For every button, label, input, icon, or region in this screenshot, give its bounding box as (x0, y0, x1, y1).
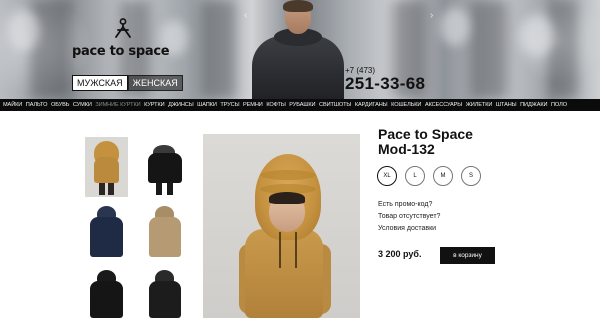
nav-item-6[interactable]: ДЖИНСЫ (168, 102, 194, 108)
nav-item-5[interactable]: КУРТКИ (144, 102, 165, 108)
product-model: Mod-132 (378, 141, 435, 157)
product-thumbnail[interactable] (85, 203, 128, 263)
nav-item-18[interactable]: ПИДЖАКИ (520, 102, 547, 108)
product-thumbnail[interactable] (143, 137, 186, 197)
phone-block: +7 (473) 251-33-68 (345, 66, 425, 93)
out-of-stock-link[interactable]: Товар отсутствует? (378, 211, 440, 223)
product-thumbnail[interactable] (143, 203, 186, 263)
delivery-terms-link[interactable]: Условия доставки (378, 223, 440, 235)
promo-code-link[interactable]: Есть промо-код? (378, 199, 440, 211)
nav-item-13[interactable]: КАРДИГАНЫ (355, 102, 388, 108)
arrow-right-icon[interactable]: › (430, 10, 433, 21)
nav-item-17[interactable]: ШТАНЫ (496, 102, 517, 108)
nav-item-15[interactable]: АКСЕССУАРЫ (425, 102, 462, 108)
gender-switch: МУЖСКАЯ ЖЕНСКАЯ (72, 75, 183, 91)
nav-item-11[interactable]: РУБАШКИ (289, 102, 315, 108)
nav-item-19[interactable]: ПОЛО (551, 102, 567, 108)
product-thumbnail[interactable] (85, 268, 128, 318)
nav-item-9[interactable]: РЕМНИ (243, 102, 263, 108)
logo-text: pace to space (72, 44, 170, 59)
nav-item-7[interactable]: ШАПКИ (197, 102, 217, 108)
tab-women[interactable]: ЖЕНСКАЯ (127, 75, 183, 91)
add-to-cart-button[interactable]: в корзину (440, 247, 495, 264)
size-option-l[interactable]: L (405, 166, 425, 186)
size-selector: XL L M S (377, 166, 489, 186)
nav-item-3[interactable]: СУМКИ (73, 102, 92, 108)
hanger-icon (115, 18, 131, 38)
size-option-s[interactable]: S (461, 166, 481, 186)
nav-item-14[interactable]: КОШЕЛЬКИ (391, 102, 421, 108)
info-links: Есть промо-код? Товар отсутствует? Услов… (378, 199, 440, 235)
banner-model-image (252, 0, 344, 99)
header-banner: ‹ › pace to space МУЖСКАЯ ЖЕНСКАЯ +7 (47… (0, 0, 600, 99)
product-price: 3 200 руб. (378, 249, 422, 259)
size-option-xl[interactable]: XL (377, 166, 397, 186)
product-thumbnail[interactable] (85, 137, 128, 197)
phone-number[interactable]: 251-33-68 (345, 75, 425, 93)
product-brand: Pace to Space (378, 126, 473, 142)
category-nav: МАЙКИ ПАЛЬТО ОБУВЬ СУМКИ ЗИМНИЕ КУРТКИ КУРТКИ… (0, 99, 600, 111)
size-option-m[interactable]: M (433, 166, 453, 186)
nav-item-10[interactable]: КОФТЫ (266, 102, 285, 108)
nav-item-1[interactable]: ПАЛЬТО (26, 102, 48, 108)
nav-item-4[interactable]: ЗИМНИЕ КУРТКИ (95, 102, 140, 108)
nav-item-12[interactable]: СВИТШОТЫ (319, 102, 351, 108)
tab-men[interactable]: МУЖСКАЯ (72, 75, 128, 91)
nav-item-0[interactable]: МАЙКИ (3, 102, 22, 108)
nav-item-16[interactable]: ЖИЛЕТКИ (466, 102, 493, 108)
arrow-left-icon[interactable]: ‹ (244, 10, 247, 21)
product-title: Pace to Space Mod-132 (378, 127, 473, 157)
nav-item-8[interactable]: ТРУСЫ (220, 102, 239, 108)
nav-item-2[interactable]: ОБУВЬ (51, 102, 69, 108)
main-product-image[interactable] (203, 134, 360, 318)
product-thumbnail[interactable] (143, 268, 186, 318)
